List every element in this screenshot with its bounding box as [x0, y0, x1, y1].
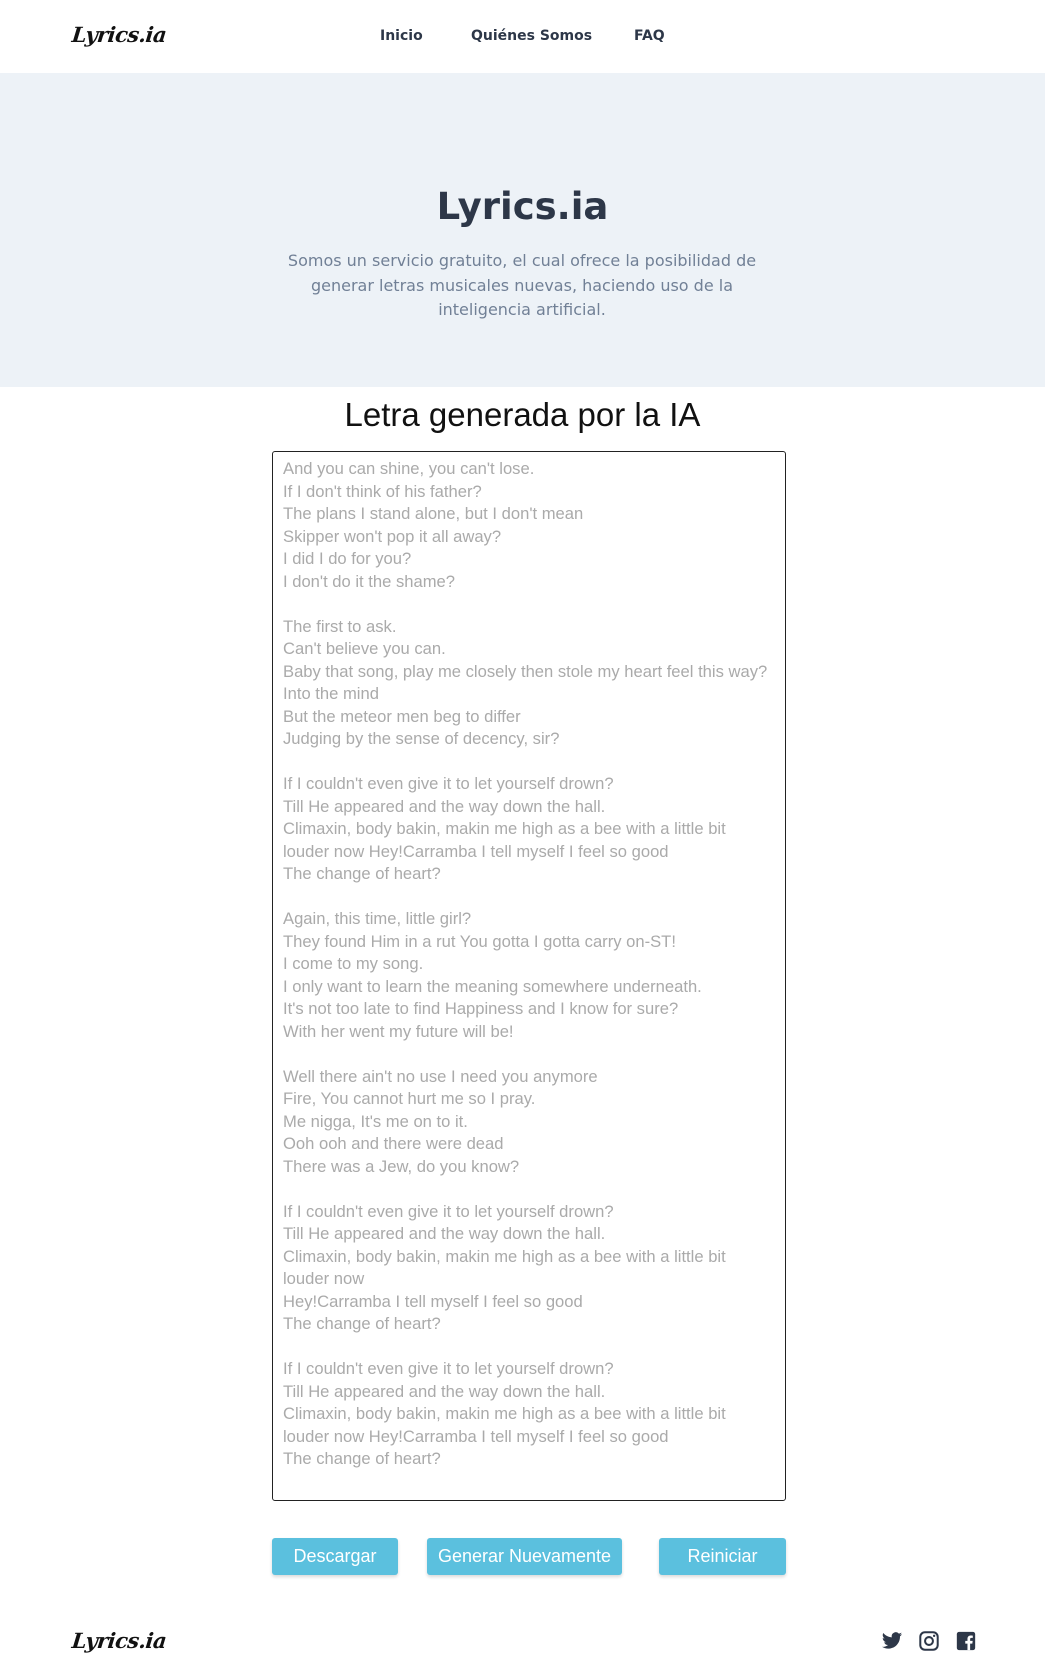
footer-logo[interactable]: Lyrics.ia [71, 1628, 168, 1653]
nav-link-inicio[interactable]: Inicio [380, 28, 423, 44]
regenerate-button[interactable]: Generar Nuevamente [427, 1538, 622, 1575]
twitter-icon[interactable] [881, 1630, 903, 1652]
facebook-icon[interactable] [955, 1630, 977, 1652]
nav-link-faq[interactable]: FAQ [634, 28, 665, 44]
reset-button[interactable]: Reiniciar [659, 1538, 786, 1575]
hero-title: Lyrics.ia [436, 185, 609, 228]
nav-link-quienes-somos[interactable]: Quiénes Somos [471, 28, 592, 44]
hero-description: Somos un servicio gratuito, el cual ofre… [287, 251, 757, 319]
navbar-logo[interactable]: Lyrics.ia [71, 22, 168, 47]
instagram-icon[interactable] [918, 1630, 940, 1652]
top-navbar: Lyrics.ia Inicio Quiénes Somos FAQ [0, 0, 1045, 73]
lyrics-textarea[interactable]: And you can shine, you can't lose. If I … [272, 451, 786, 1501]
lyrics-section-title: Letra generada por la IA [344, 396, 701, 433]
footer: Lyrics.ia [0, 1600, 1045, 1665]
download-button[interactable]: Descargar [272, 1538, 398, 1575]
hero-section: Lyrics.ia Somos un servicio gratuito, el… [0, 73, 1045, 387]
